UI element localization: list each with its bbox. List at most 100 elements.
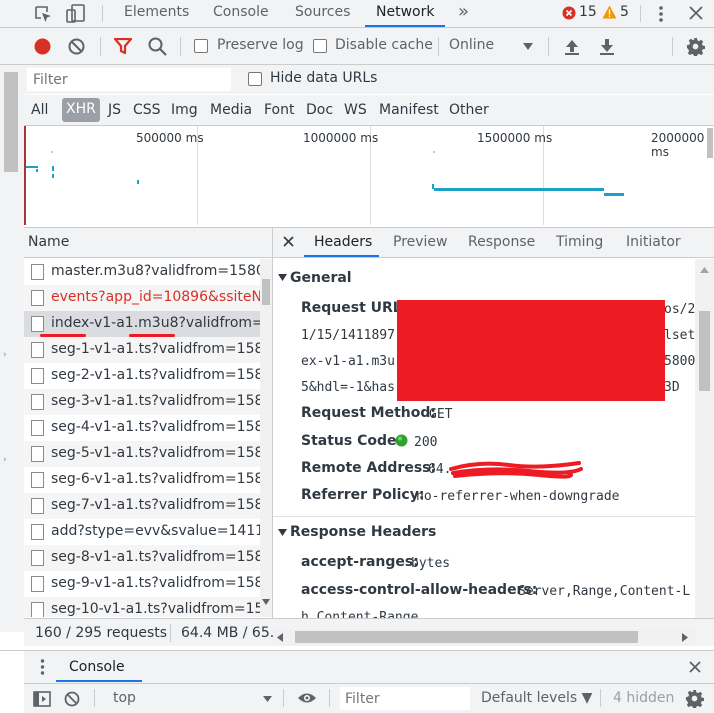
type-filter-img[interactable]: Img bbox=[171, 102, 198, 118]
request-row[interactable]: seg-1-v1-a1.ts?validfrom=158 bbox=[24, 337, 263, 363]
tab-initiator[interactable]: Initiator bbox=[626, 234, 681, 250]
request-row[interactable]: seg-9-v1-a1.ts?validfrom=158 bbox=[24, 571, 263, 597]
type-filter-manifest[interactable]: Manifest bbox=[379, 102, 439, 118]
drawer-menu-icon[interactable] bbox=[40, 659, 45, 675]
record-icon[interactable] bbox=[34, 38, 51, 55]
tab-response[interactable]: Response bbox=[468, 234, 535, 250]
remote-address-label: Remote Address: bbox=[301, 460, 437, 476]
more-tabs-icon[interactable]: » bbox=[458, 1, 469, 22]
file-icon bbox=[31, 264, 44, 280]
warning-icon[interactable] bbox=[602, 5, 617, 19]
scroll-down-arrow-icon[interactable] bbox=[262, 599, 270, 605]
type-filter-css[interactable]: CSS bbox=[133, 102, 161, 118]
throttle-select[interactable]: Online bbox=[449, 37, 494, 53]
request-row[interactable]: add?stype=evv&svalue=1411. bbox=[24, 519, 269, 545]
disable-cache-label[interactable]: Disable cache bbox=[335, 37, 433, 53]
accept-ranges-value: bytes bbox=[411, 556, 451, 571]
error-count[interactable]: 15 bbox=[579, 4, 597, 20]
general-section-title[interactable]: General bbox=[290, 270, 352, 286]
preserve-log-checkbox[interactable] bbox=[194, 39, 208, 53]
type-filter-ws[interactable]: WS bbox=[344, 102, 367, 118]
filter-input[interactable] bbox=[27, 68, 231, 91]
console-filter-input[interactable] bbox=[340, 687, 470, 710]
console-settings-gear-icon[interactable] bbox=[685, 689, 704, 708]
tab-console[interactable]: Console bbox=[213, 4, 269, 20]
tab-timing[interactable]: Timing bbox=[556, 234, 603, 250]
scroll-right-arrow-icon[interactable] bbox=[682, 633, 688, 642]
export-har-icon[interactable] bbox=[599, 38, 615, 55]
scroll-left-arrow-icon[interactable] bbox=[277, 633, 283, 642]
type-filter-all[interactable]: All bbox=[31, 102, 48, 118]
tab-sources[interactable]: Sources bbox=[295, 4, 350, 20]
active-tab-indicator bbox=[56, 680, 142, 682]
request-row[interactable]: seg-6-v1-a1.ts?validfrom=158 bbox=[24, 467, 263, 493]
type-filter-media[interactable]: Media bbox=[210, 102, 252, 118]
status-code-value: 200 bbox=[414, 435, 438, 450]
error-icon[interactable] bbox=[562, 6, 576, 20]
chevron-down-icon[interactable] bbox=[523, 43, 533, 50]
type-filter-xhr[interactable]: XHR bbox=[62, 98, 100, 122]
url-fragment: 1/15/1411897 bbox=[301, 328, 395, 343]
request-name: index-v1-a1.m3u8?validfrom= bbox=[51, 315, 264, 331]
request-row[interactable]: seg-4-v1-a1.ts?validfrom=158 bbox=[24, 415, 263, 441]
clear-icon[interactable] bbox=[68, 38, 85, 55]
disable-cache-checkbox[interactable] bbox=[313, 39, 327, 53]
request-name: seg-3-v1-a1.ts?validfrom=158 bbox=[51, 393, 264, 409]
request-row[interactable]: seg-5-v1-a1.ts?validfrom=158 bbox=[24, 441, 263, 467]
url-fragment: 5800 bbox=[664, 354, 696, 369]
request-list-scrollbar[interactable] bbox=[260, 259, 272, 617]
inspect-element-icon[interactable] bbox=[34, 5, 52, 23]
request-row[interactable]: seg-3-v1-a1.ts?validfrom=158 bbox=[24, 389, 264, 415]
filter-icon[interactable] bbox=[114, 38, 132, 55]
request-row[interactable]: seg-2-v1-a1.ts?validfrom=158 bbox=[24, 363, 263, 389]
timeline-overview[interactable]: 500000 ms 1000000 ms 1500000 ms 2000000 … bbox=[24, 126, 714, 227]
file-icon bbox=[31, 394, 44, 410]
transferred-size: 64.4 MB / 65. bbox=[181, 625, 275, 641]
request-row[interactable]: seg-7-v1-a1.ts?validfrom=158 bbox=[24, 493, 263, 519]
file-icon bbox=[31, 550, 44, 566]
tab-headers[interactable]: Headers bbox=[314, 234, 372, 250]
warning-count[interactable]: 5 bbox=[620, 4, 629, 20]
drawer-tab-console[interactable]: Console bbox=[69, 659, 125, 675]
general-toggle-icon[interactable] bbox=[278, 274, 287, 281]
tab-network[interactable]: Network bbox=[376, 4, 434, 20]
settings-gear-icon[interactable] bbox=[686, 37, 705, 56]
type-filter-font[interactable]: Font bbox=[264, 102, 294, 118]
chevron-down-icon[interactable] bbox=[263, 696, 272, 702]
acah-label: access-control-allow-headers: bbox=[301, 582, 538, 598]
hide-data-urls-label[interactable]: Hide data URLs bbox=[270, 70, 377, 86]
close-drawer-icon[interactable] bbox=[689, 661, 701, 673]
sidebar-toggle-icon[interactable] bbox=[33, 691, 51, 707]
kebab-menu-icon[interactable] bbox=[658, 5, 664, 23]
type-filter-other[interactable]: Other bbox=[449, 102, 489, 118]
live-expression-eye-icon[interactable] bbox=[297, 692, 317, 704]
request-row[interactable]: seg-8-v1-a1.ts?validfrom=158 bbox=[24, 545, 263, 571]
tab-elements[interactable]: Elements bbox=[124, 4, 189, 20]
column-header-name[interactable]: Name bbox=[24, 228, 272, 258]
url-fragment: ex-v1-a1.m3u bbox=[301, 354, 395, 369]
request-row[interactable]: seg-10-v1-a1.ts?validfrom=15 bbox=[24, 597, 263, 617]
clear-console-icon[interactable] bbox=[64, 691, 80, 707]
hide-data-urls-checkbox[interactable] bbox=[248, 72, 262, 86]
request-row[interactable]: events?app_id=10896&ssiteN bbox=[24, 285, 262, 311]
details-vertical-scrollbar[interactable] bbox=[695, 259, 714, 618]
hidden-count: 4 hidden bbox=[613, 690, 675, 706]
close-devtools-icon[interactable] bbox=[689, 6, 703, 20]
response-headers-toggle-icon[interactable] bbox=[278, 529, 287, 536]
type-filter-js[interactable]: JS bbox=[108, 102, 121, 118]
request-row[interactable]: index-v1-a1.m3u8?validfrom= bbox=[24, 311, 264, 337]
tab-preview[interactable]: Preview bbox=[393, 234, 448, 250]
search-icon[interactable] bbox=[148, 37, 167, 56]
context-select[interactable]: top bbox=[113, 690, 136, 706]
details-horizontal-scrollbar[interactable] bbox=[273, 629, 695, 646]
page-scrollbar-thumb[interactable] bbox=[4, 72, 18, 172]
preserve-log-label[interactable]: Preserve log bbox=[217, 37, 304, 53]
type-filter-doc[interactable]: Doc bbox=[306, 102, 333, 118]
response-headers-title[interactable]: Response Headers bbox=[290, 524, 436, 540]
import-har-icon[interactable] bbox=[564, 38, 580, 55]
log-levels-select[interactable]: Default levels ▼ bbox=[481, 690, 592, 706]
file-icon bbox=[31, 602, 44, 617]
device-toolbar-icon[interactable] bbox=[66, 4, 86, 23]
request-row[interactable]: master.m3u8?validfrom=1580 bbox=[24, 259, 265, 285]
close-details-icon[interactable] bbox=[283, 236, 294, 247]
